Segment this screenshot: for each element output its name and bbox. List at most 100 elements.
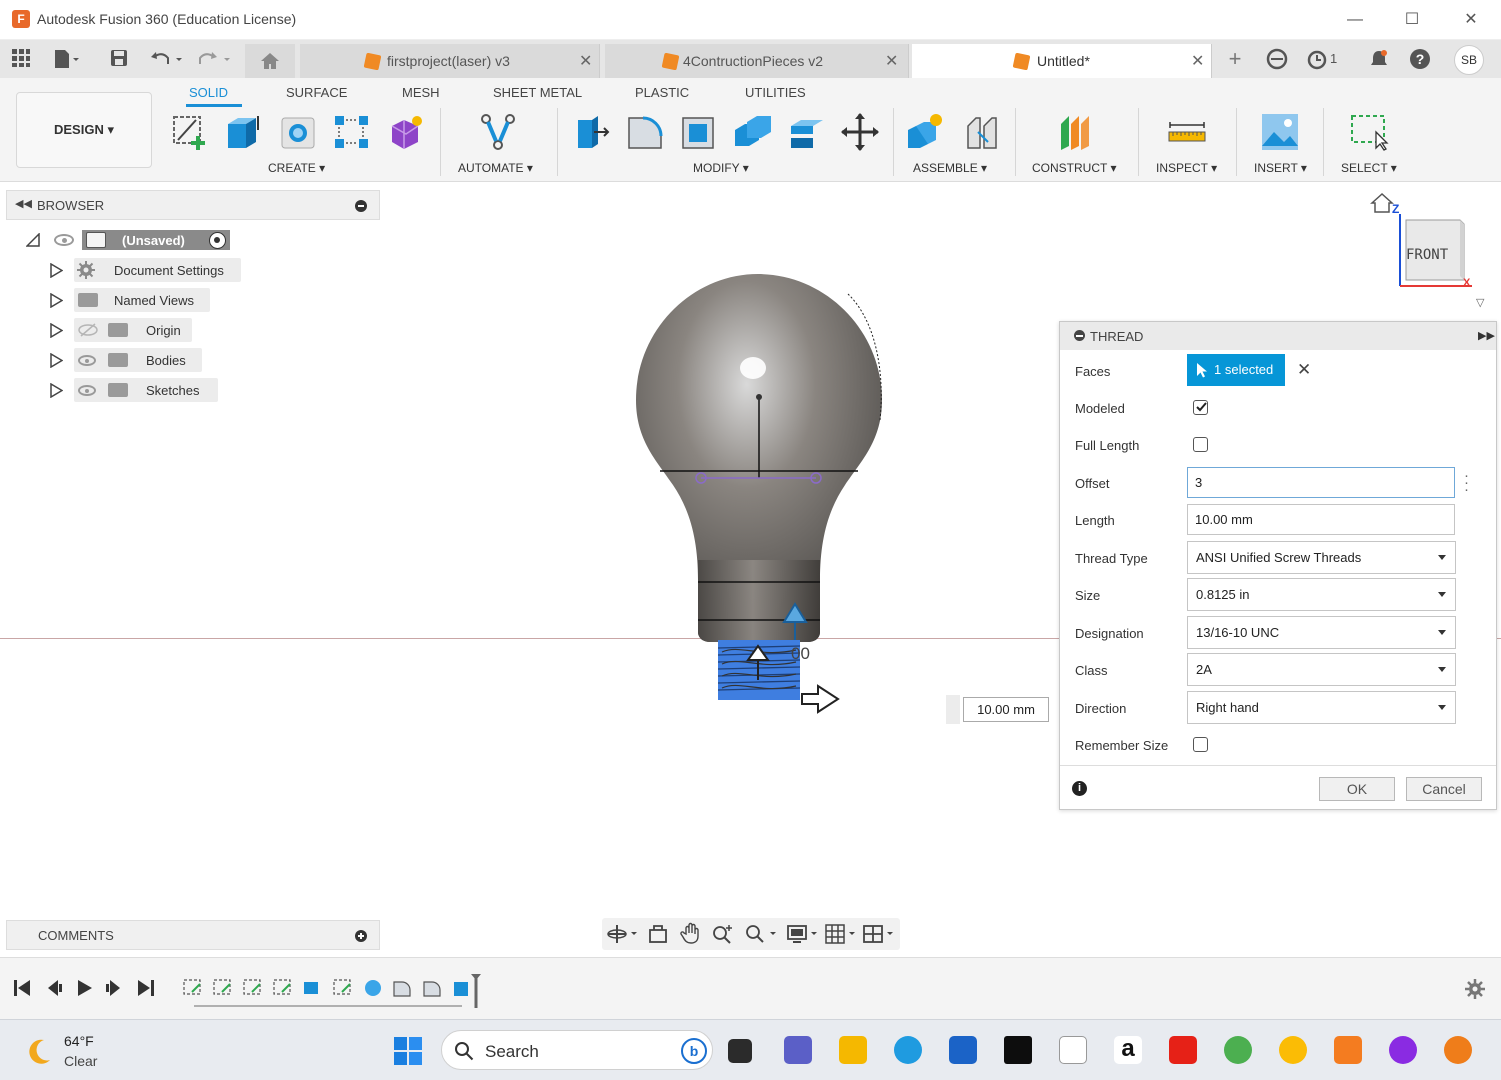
- browser-item-named-views[interactable]: Named Views: [50, 288, 250, 314]
- remember-size-checkbox[interactable]: [1193, 737, 1208, 752]
- insert-menu[interactable]: INSERT ▾: [1254, 161, 1307, 175]
- add-comment-icon[interactable]: [355, 930, 367, 942]
- save-icon[interactable]: [108, 48, 130, 70]
- automate-icon[interactable]: [478, 112, 518, 152]
- grid-settings-icon[interactable]: [824, 923, 860, 945]
- chrome-profile-2-icon[interactable]: [1279, 1036, 1307, 1064]
- amazon-icon[interactable]: a: [1114, 1036, 1142, 1064]
- designation-select[interactable]: 13/16-10 UNC: [1187, 616, 1456, 649]
- look-at-icon[interactable]: [648, 924, 668, 944]
- class-select[interactable]: 2A: [1187, 653, 1456, 686]
- collapse-dialog-icon[interactable]: [1074, 330, 1085, 341]
- comments-panel-header[interactable]: COMMENTS: [6, 920, 380, 950]
- edge-icon[interactable]: [894, 1036, 922, 1064]
- press-pull-icon[interactable]: [572, 112, 612, 152]
- browser-pin-icon[interactable]: [355, 200, 367, 212]
- form-icon[interactable]: [386, 112, 426, 152]
- joint-icon[interactable]: [962, 112, 1002, 152]
- new-tab-icon[interactable]: +: [1224, 48, 1246, 70]
- select-menu[interactable]: SELECT ▾: [1341, 161, 1397, 175]
- offset-face-icon[interactable]: [787, 112, 827, 152]
- browser-item-origin[interactable]: Origin: [50, 318, 250, 344]
- tab-4contructionpieces[interactable]: 4ContructionPieces v2 ✕: [605, 44, 909, 78]
- direction-select[interactable]: Right hand: [1187, 691, 1456, 724]
- user-avatar[interactable]: SB: [1454, 45, 1484, 75]
- viewports-icon[interactable]: [862, 923, 898, 945]
- weather-temperature[interactable]: 64°F: [64, 1033, 94, 1049]
- shell-icon[interactable]: [679, 112, 719, 152]
- length-input[interactable]: 10.00 mm: [1187, 504, 1455, 535]
- pattern-icon[interactable]: [332, 112, 372, 152]
- weather-condition[interactable]: Clear: [64, 1053, 97, 1069]
- window-select-icon[interactable]: [1350, 112, 1390, 152]
- browser-item-sketches[interactable]: Sketches: [50, 378, 250, 404]
- faces-selection-button[interactable]: 1 selected: [1187, 354, 1285, 386]
- browser-item-bodies[interactable]: Bodies: [50, 348, 250, 374]
- tab-untitled[interactable]: Untitled* ✕: [912, 44, 1212, 78]
- modeled-checkbox[interactable]: [1193, 400, 1208, 415]
- tab-utilities[interactable]: UTILITIES: [745, 85, 806, 100]
- help-icon[interactable]: ?: [1409, 48, 1431, 70]
- insert-image-icon[interactable]: [1260, 112, 1300, 152]
- automate-menu[interactable]: AUTOMATE ▾: [458, 161, 533, 175]
- play-icon[interactable]: [74, 978, 94, 998]
- tab-surface[interactable]: SURFACE: [286, 85, 347, 100]
- thread-dialog-header[interactable]: THREAD ▶▶: [1060, 322, 1496, 350]
- hole-icon[interactable]: [278, 112, 318, 152]
- full-length-checkbox[interactable]: [1193, 437, 1208, 452]
- expand-dialog-icon[interactable]: ▶▶: [1478, 329, 1495, 342]
- step-forward-icon[interactable]: [104, 978, 124, 998]
- visibility-eye-icon[interactable]: [54, 234, 74, 246]
- offset-input[interactable]: 3: [1187, 467, 1455, 498]
- offset-plane-icon[interactable]: [1057, 112, 1097, 152]
- timeline-features[interactable]: [180, 972, 490, 1012]
- apps-grid-icon[interactable]: [10, 48, 32, 70]
- home-tab[interactable]: [245, 44, 295, 78]
- clear-selection-icon[interactable]: ✕: [1297, 360, 1311, 380]
- fit-icon[interactable]: [744, 923, 780, 945]
- display-settings-icon[interactable]: [786, 923, 822, 945]
- new-component-icon[interactable]: [906, 112, 946, 152]
- dropbox-icon[interactable]: [1004, 1036, 1032, 1064]
- redo-icon[interactable]: [196, 48, 236, 70]
- dimension-input[interactable]: 10.00 mm: [963, 697, 1049, 722]
- undo-icon[interactable]: [148, 48, 188, 70]
- chrome-profile-1-icon[interactable]: [1224, 1036, 1252, 1064]
- construct-menu[interactable]: CONSTRUCT ▾: [1032, 161, 1116, 175]
- job-status-icon[interactable]: 1: [1307, 48, 1343, 70]
- github-desktop-icon[interactable]: [1389, 1036, 1417, 1064]
- weather-moon-icon[interactable]: [24, 1036, 54, 1066]
- browser-item-document-settings[interactable]: Document Settings: [50, 258, 250, 284]
- viewcube[interactable]: Z FRONT X ▽: [1370, 192, 1490, 312]
- tab-sheet-metal[interactable]: SHEET METAL: [493, 85, 582, 100]
- tab-solid[interactable]: SOLID: [189, 85, 228, 100]
- close-window-button[interactable]: ✕: [1456, 8, 1486, 32]
- windows-start-icon[interactable]: [393, 1036, 423, 1066]
- go-to-end-icon[interactable]: [136, 978, 156, 998]
- sublime-text-icon[interactable]: [1334, 1036, 1362, 1064]
- browser-root-row[interactable]: (Unsaved): [26, 228, 246, 254]
- task-view-icon[interactable]: [728, 1039, 752, 1063]
- orbit-icon[interactable]: [606, 924, 638, 944]
- amazon-shop-icon[interactable]: [1059, 1036, 1087, 1064]
- modify-menu[interactable]: MODIFY ▾: [693, 161, 749, 175]
- pan-icon[interactable]: [680, 922, 702, 944]
- viewcube-menu-icon[interactable]: ▽: [1476, 296, 1484, 309]
- extensions-icon[interactable]: [1266, 48, 1288, 70]
- extrude-icon[interactable]: [224, 112, 264, 152]
- workspace-dropdown[interactable]: DESIGN ▾: [16, 92, 152, 168]
- home-view-icon[interactable]: [1370, 192, 1394, 214]
- inspect-menu[interactable]: INSPECT ▾: [1156, 161, 1217, 175]
- thread-type-select[interactable]: ANSI Unified Screw Threads: [1187, 541, 1456, 574]
- collapse-arrow-icon[interactable]: [26, 233, 40, 247]
- timeline-settings-gear-icon[interactable]: [1464, 978, 1486, 1000]
- assemble-menu[interactable]: ASSEMBLE ▾: [913, 161, 987, 175]
- collapse-panel-icon[interactable]: ◀◀: [15, 197, 32, 210]
- activate-component-icon[interactable]: [209, 232, 226, 249]
- teams-icon[interactable]: [784, 1036, 812, 1064]
- file-explorer-icon[interactable]: [839, 1036, 867, 1064]
- tab-plastic[interactable]: PLASTIC: [635, 85, 689, 100]
- tab-firstproject[interactable]: firstproject(laser) v3 ✕: [300, 44, 600, 78]
- browser-panel-header[interactable]: ◀◀ BROWSER: [6, 190, 380, 220]
- minimize-button[interactable]: —: [1340, 8, 1370, 32]
